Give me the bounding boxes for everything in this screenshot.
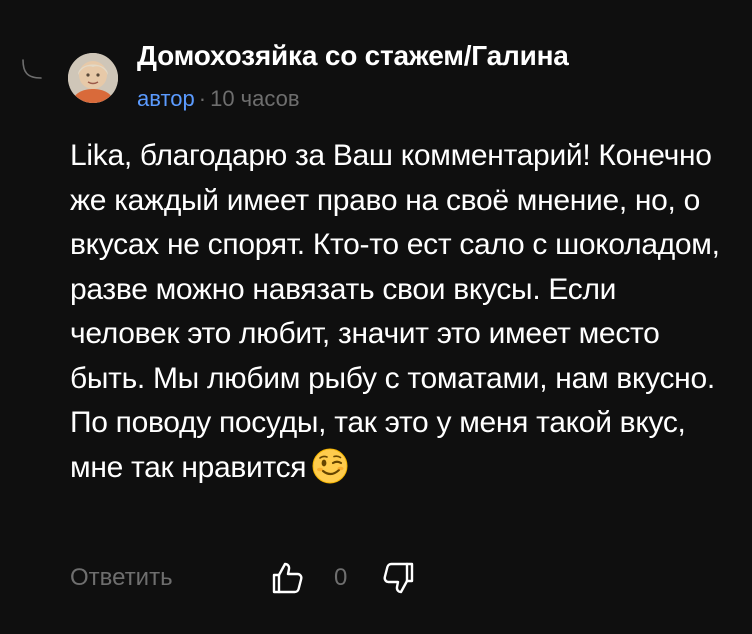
avatar-image — [68, 53, 118, 103]
comment-meta: автор · 10 часов — [137, 86, 300, 112]
like-count: 0 — [334, 564, 348, 591]
author-badge: автор — [137, 86, 195, 111]
reply-button[interactable]: Ответить — [70, 564, 173, 592]
timestamp: 10 часов — [210, 86, 300, 111]
author-name[interactable]: Домохозяйка со стажем/Галина — [137, 40, 569, 72]
avatar[interactable] — [68, 53, 118, 103]
reply-thread-icon — [22, 59, 42, 79]
comment-text-content: Lika, благодарю за Ваш комментарий! Коне… — [70, 139, 720, 484]
winking-face-icon — [312, 448, 348, 483]
dislike-icon[interactable] — [380, 560, 416, 596]
like-icon[interactable] — [270, 560, 306, 596]
meta-separator: · — [198, 86, 207, 111]
comment-text: Lika, благодарю за Ваш комментарий! Коне… — [70, 134, 730, 490]
